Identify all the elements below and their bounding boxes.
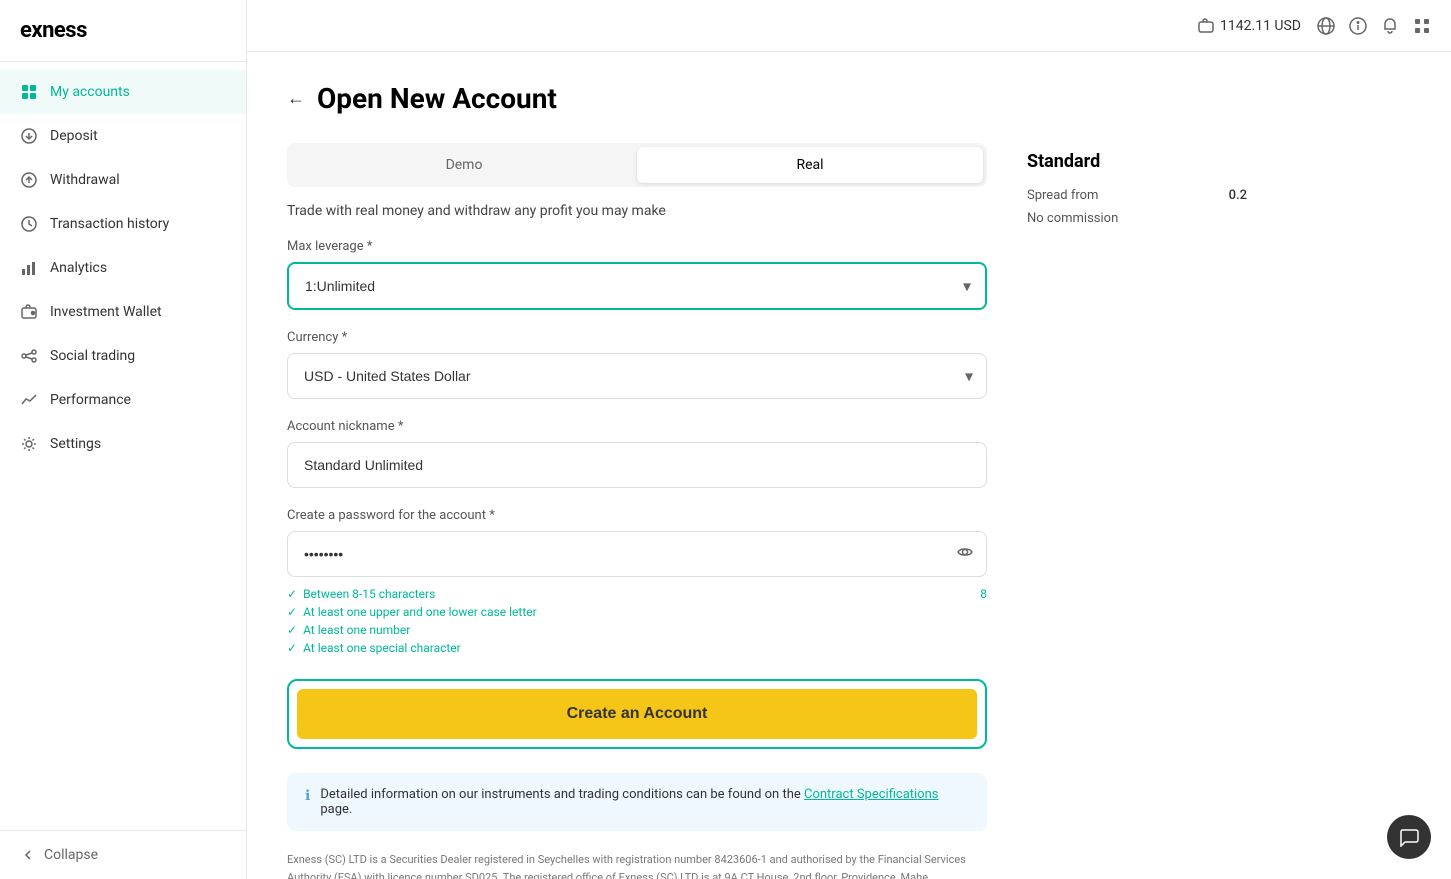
password-label: Create a password for the account *	[287, 508, 987, 523]
sidebar-label-my-accounts: My accounts	[50, 84, 130, 100]
deposit-icon	[20, 127, 38, 145]
back-button[interactable]: ←	[287, 88, 305, 109]
nickname-input[interactable]	[287, 442, 987, 488]
sidebar-item-analytics[interactable]: Analytics	[0, 246, 246, 290]
commission-label: No commission	[1027, 211, 1118, 226]
create-button-wrapper: Create an Account	[287, 679, 987, 749]
info-circle-icon: ℹ	[305, 788, 310, 804]
leverage-select[interactable]: 1:Unlimited 1:2000 1:1000 1:500 1:200 1:…	[289, 264, 985, 308]
settings-icon	[20, 435, 38, 453]
trade-description: Trade with real money and withdraw any p…	[287, 203, 987, 219]
create-account-button[interactable]: Create an Account	[297, 689, 977, 739]
right-panel: Standard Spread from 0.2 No commission	[1027, 143, 1247, 879]
password-wrapper	[287, 531, 987, 577]
form-container: Demo Real Trade with real money and with…	[287, 143, 1407, 879]
sidebar-bottom: Collapse	[0, 830, 246, 879]
leverage-field-group: Max leverage * 1:Unlimited 1:2000 1:1000…	[287, 239, 987, 310]
disclaimer-1: Exness (SC) LTD is a Securities Dealer r…	[287, 851, 987, 879]
grid-icon	[20, 83, 38, 101]
pw-rule-case: ✓ At least one upper and one lower case …	[287, 605, 987, 619]
withdrawal-icon	[20, 171, 38, 189]
sidebar: exness My accounts Deposit Withdrawal T	[0, 0, 247, 879]
sidebar-label-settings: Settings	[50, 436, 101, 452]
currency-field-group: Currency * USD - United States Dollar EU…	[287, 330, 987, 399]
sidebar-item-settings[interactable]: Settings	[0, 422, 246, 466]
form-left: Demo Real Trade with real money and with…	[287, 143, 987, 879]
currency-select-wrapper: USD - United States Dollar EUR - Euro GB…	[287, 353, 987, 399]
chat-button[interactable]	[1387, 815, 1431, 859]
social-trading-icon	[20, 347, 38, 365]
sidebar-item-withdrawal[interactable]: Withdrawal	[0, 158, 246, 202]
spread-value: 0.2	[1229, 188, 1247, 203]
sidebar-label-analytics: Analytics	[50, 260, 107, 276]
pw-rule-special: ✓ At least one special character	[287, 641, 987, 655]
page-header: ← Open New Account	[287, 82, 1407, 115]
tab-real[interactable]: Real	[637, 147, 983, 183]
account-type-tabs: Demo Real	[287, 143, 987, 187]
logo: exness	[0, 0, 246, 62]
collapse-label: Collapse	[44, 847, 98, 863]
bell-icon[interactable]	[1381, 17, 1399, 35]
leverage-select-wrapper: 1:Unlimited 1:2000 1:1000 1:500 1:200 1:…	[287, 262, 987, 310]
performance-icon	[20, 391, 38, 409]
analytics-icon	[20, 259, 38, 277]
commission-row: No commission	[1027, 211, 1247, 226]
logo-text: exness	[20, 18, 87, 43]
password-field-group: Create a password for the account * ✓ Be…	[287, 508, 987, 655]
balance-icon	[1198, 18, 1214, 34]
balance-display: 1142.11 USD	[1198, 18, 1301, 34]
sidebar-item-investment-wallet[interactable]: Investment Wallet	[0, 290, 246, 334]
currency-label: Currency *	[287, 330, 987, 345]
info-box: ℹ Detailed information on our instrument…	[287, 773, 987, 831]
topbar: 1142.11 USD	[247, 0, 1451, 52]
spread-label: Spread from	[1027, 188, 1098, 203]
spread-row: Spread from 0.2	[1027, 188, 1247, 203]
page-title: Open New Account	[317, 82, 557, 115]
password-input[interactable]	[287, 531, 987, 577]
topbar-icons	[1317, 17, 1431, 35]
main-content: ← Open New Account Demo Real Trade with …	[247, 0, 1451, 879]
info-text: Detailed information on our instruments …	[320, 787, 969, 817]
account-type-title: Standard	[1027, 151, 1247, 172]
sidebar-item-social-trading[interactable]: Social trading	[0, 334, 246, 378]
nickname-field-group: Account nickname *	[287, 419, 987, 488]
leverage-label: Max leverage *	[287, 239, 987, 254]
sidebar-item-deposit[interactable]: Deposit	[0, 114, 246, 158]
sidebar-item-performance[interactable]: Performance	[0, 378, 246, 422]
collapse-button[interactable]: Collapse	[20, 847, 226, 863]
currency-select[interactable]: USD - United States Dollar EUR - Euro GB…	[287, 353, 987, 399]
sidebar-label-investment-wallet: Investment Wallet	[50, 304, 162, 320]
toggle-password-icon[interactable]	[957, 544, 973, 564]
pw-rule-number: ✓ At least one number	[287, 623, 987, 637]
info-icon[interactable]	[1349, 17, 1367, 35]
sidebar-label-transaction-history: Transaction history	[50, 216, 169, 232]
balance-text: 1142.11 USD	[1220, 18, 1301, 34]
sidebar-label-performance: Performance	[50, 392, 131, 408]
sidebar-item-my-accounts[interactable]: My accounts	[0, 70, 246, 114]
globe-icon[interactable]	[1317, 17, 1335, 35]
password-validation: ✓ Between 8-15 characters 8 ✓ At least o…	[287, 587, 987, 655]
pw-rule-length: ✓ Between 8-15 characters 8	[287, 587, 987, 601]
sidebar-nav: My accounts Deposit Withdrawal Transacti…	[0, 62, 246, 830]
sidebar-label-deposit: Deposit	[50, 128, 98, 144]
wallet-icon	[20, 303, 38, 321]
sidebar-label-withdrawal: Withdrawal	[50, 172, 120, 188]
history-icon	[20, 215, 38, 233]
nickname-label: Account nickname *	[287, 419, 987, 434]
sidebar-item-transaction-history[interactable]: Transaction history	[0, 202, 246, 246]
contract-specs-link[interactable]: Contract Specifications	[804, 787, 939, 802]
sidebar-label-social-trading: Social trading	[50, 348, 135, 364]
apps-icon[interactable]	[1413, 17, 1431, 35]
tab-demo[interactable]: Demo	[291, 147, 637, 183]
